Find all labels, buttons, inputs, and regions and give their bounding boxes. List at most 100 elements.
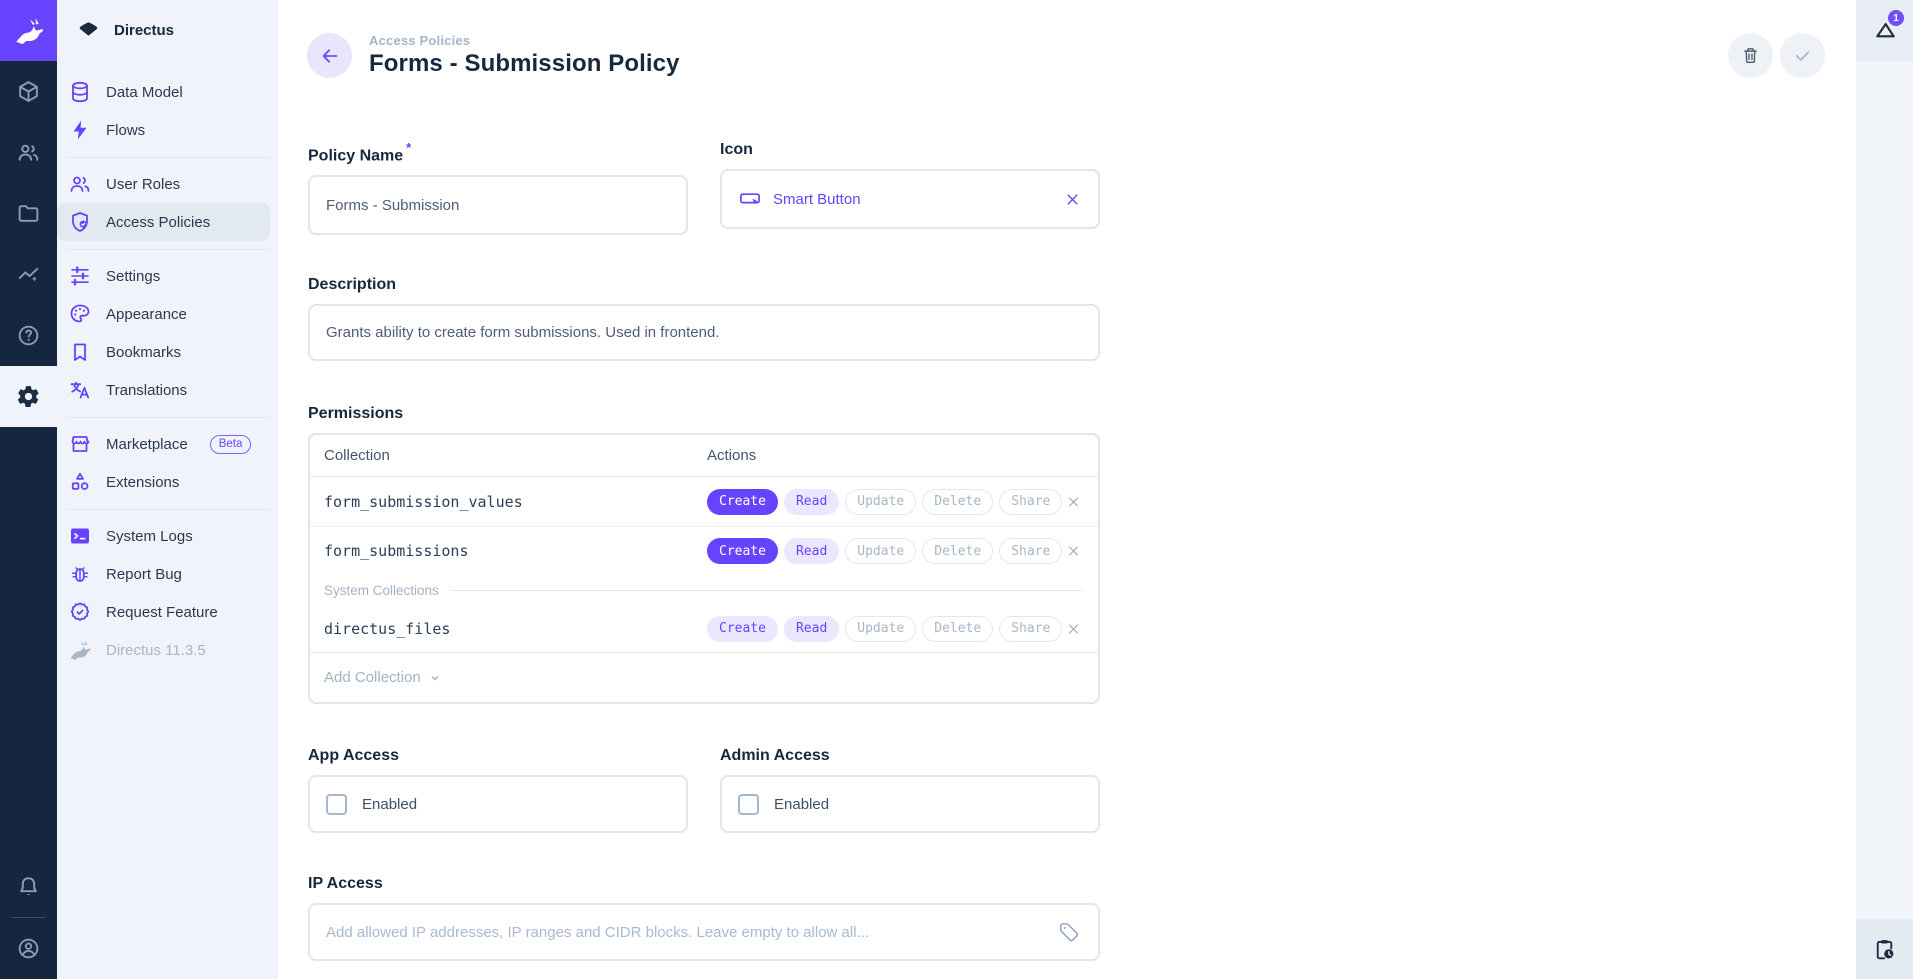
sidebar-item-report-bug[interactable]: Report Bug [57, 555, 270, 593]
add-collection-button[interactable]: Add Collection [310, 652, 1098, 702]
box-icon [16, 79, 41, 104]
remove-collection-button[interactable] [1065, 493, 1082, 510]
sidebar-item-extensions[interactable]: Extensions [57, 463, 270, 501]
module-content[interactable] [0, 61, 57, 122]
translate-icon [68, 378, 92, 402]
action-chip-update[interactable]: Update [845, 616, 916, 642]
activity-button[interactable] [1856, 919, 1913, 979]
action-chip-share[interactable]: Share [999, 489, 1062, 515]
action-chip-create[interactable]: Create [707, 489, 778, 515]
collection-name: form_submissions [324, 542, 707, 560]
nav-divider [68, 249, 270, 250]
collection-name: form_submission_values [324, 493, 707, 511]
icon-input[interactable]: Smart Button [720, 169, 1100, 229]
sidebar-item-access-policies[interactable]: Access Policies [57, 203, 270, 241]
terminal-icon [68, 524, 92, 548]
sidebar-item-label: Marketplace [106, 436, 188, 453]
policy-name-label: Policy Name* [308, 140, 688, 166]
action-chip-read[interactable]: Read [784, 616, 839, 642]
sidebar-item-request-feature[interactable]: Request Feature [57, 593, 270, 631]
sidebar-item-system-logs[interactable]: System Logs [57, 517, 270, 555]
sidebar-item-label: Bookmarks [106, 344, 181, 361]
sidebar-item-appearance[interactable]: Appearance [57, 295, 270, 333]
save-button[interactable] [1780, 33, 1825, 78]
required-mark: * [406, 140, 411, 155]
action-chips: CreateReadUpdateDeleteShare [707, 489, 1062, 515]
sidebar-item-label: Directus 11.3.5 [106, 642, 206, 659]
name-icon-row: Policy Name* Icon Smart Button [308, 140, 1100, 235]
action-chip-share[interactable]: Share [999, 616, 1062, 642]
notifications-button[interactable]: 1 [1856, 0, 1913, 61]
app-access-checkbox[interactable] [326, 794, 347, 815]
module-docs[interactable] [0, 305, 57, 366]
remove-collection-button[interactable] [1065, 543, 1082, 560]
bolt-icon [68, 118, 92, 142]
database-icon [68, 80, 92, 104]
description-value: Grants ability to create form submission… [326, 324, 720, 341]
delete-button[interactable] [1728, 33, 1773, 78]
action-chip-read[interactable]: Read [784, 538, 839, 564]
sidebar: Directus Data ModelFlows User Roles Access… [57, 0, 278, 979]
sidebar-item-marketplace[interactable]: Marketplace Beta [57, 425, 270, 463]
rabbit-icon [13, 15, 45, 47]
permissions-field: Permissions Collection Actions form_subm… [308, 404, 1100, 704]
icon-field: Icon Smart Button [720, 140, 1100, 235]
remove-collection-button[interactable] [1065, 620, 1082, 637]
action-chip-delete[interactable]: Delete [922, 538, 993, 564]
ip-access-input[interactable] [326, 905, 1058, 959]
close-icon [1065, 543, 1082, 560]
module-users[interactable] [0, 122, 57, 183]
ip-access-box [308, 903, 1100, 961]
directus-logo-button[interactable] [0, 0, 57, 61]
policy-name-input[interactable] [308, 175, 688, 235]
icon-field-label: Icon [720, 140, 1100, 160]
app-access-checkbox-label: Enabled [362, 796, 417, 813]
bookmark-icon [68, 340, 92, 364]
people-purple-icon [68, 172, 92, 196]
sidebar-item-label: Access Policies [106, 214, 210, 231]
action-chip-read[interactable]: Read [784, 489, 839, 515]
sidebar-item-data-model[interactable]: Data Model [57, 73, 270, 111]
admin-access-checkbox-label: Enabled [774, 796, 829, 813]
sidebar-item-translations[interactable]: Translations [57, 371, 270, 409]
sidebar-item-user-roles[interactable]: User Roles [57, 165, 270, 203]
right-sidebar: 1 [1856, 0, 1913, 979]
action-chip-share[interactable]: Share [999, 538, 1062, 564]
project-header[interactable]: Directus [57, 0, 278, 61]
sidebar-item-version[interactable]: Directus 11.3.5 [57, 631, 270, 669]
module-files[interactable] [0, 183, 57, 244]
page-title: Forms - Submission Policy [369, 50, 680, 78]
action-chip-create[interactable]: Create [707, 538, 778, 564]
admin-access-checkbox[interactable] [738, 794, 759, 815]
sidebar-item-settings[interactable]: Settings [57, 257, 270, 295]
sidebar-item-flows[interactable]: Flows [57, 111, 270, 149]
sidebar-item-label: Settings [106, 268, 160, 285]
action-chips: CreateReadUpdateDeleteShare [707, 616, 1062, 642]
module-bar-spacer [0, 427, 57, 856]
action-chip-update[interactable]: Update [845, 538, 916, 564]
description-input[interactable]: Grants ability to create form submission… [308, 304, 1100, 361]
column-actions: Actions [707, 447, 756, 464]
shield-badge-icon [68, 210, 92, 234]
beta-badge: Beta [210, 435, 252, 454]
module-notifications[interactable] [0, 856, 57, 917]
back-button[interactable] [307, 33, 352, 78]
module-settings[interactable] [0, 366, 57, 427]
app-access-label: App Access [308, 746, 688, 766]
action-chip-create[interactable]: Create [707, 616, 778, 642]
clear-icon-button[interactable] [1063, 190, 1082, 209]
sidebar-item-bookmarks[interactable]: Bookmarks [57, 333, 270, 371]
rabbit-gray-icon [68, 638, 92, 662]
ip-access-field: IP Access [308, 874, 1100, 961]
module-insights[interactable] [0, 244, 57, 305]
help-icon [16, 323, 41, 348]
nav-divider [68, 509, 270, 510]
action-chip-delete[interactable]: Delete [922, 489, 993, 515]
module-bar-bottom [0, 856, 57, 979]
action-chip-update[interactable]: Update [845, 489, 916, 515]
breadcrumb[interactable]: Access Policies [369, 33, 680, 48]
permission-row: directus_filesCreateReadUpdateDeleteShar… [310, 605, 1098, 652]
module-account[interactable] [0, 918, 57, 979]
action-chip-delete[interactable]: Delete [922, 616, 993, 642]
storefront-icon [68, 432, 92, 456]
